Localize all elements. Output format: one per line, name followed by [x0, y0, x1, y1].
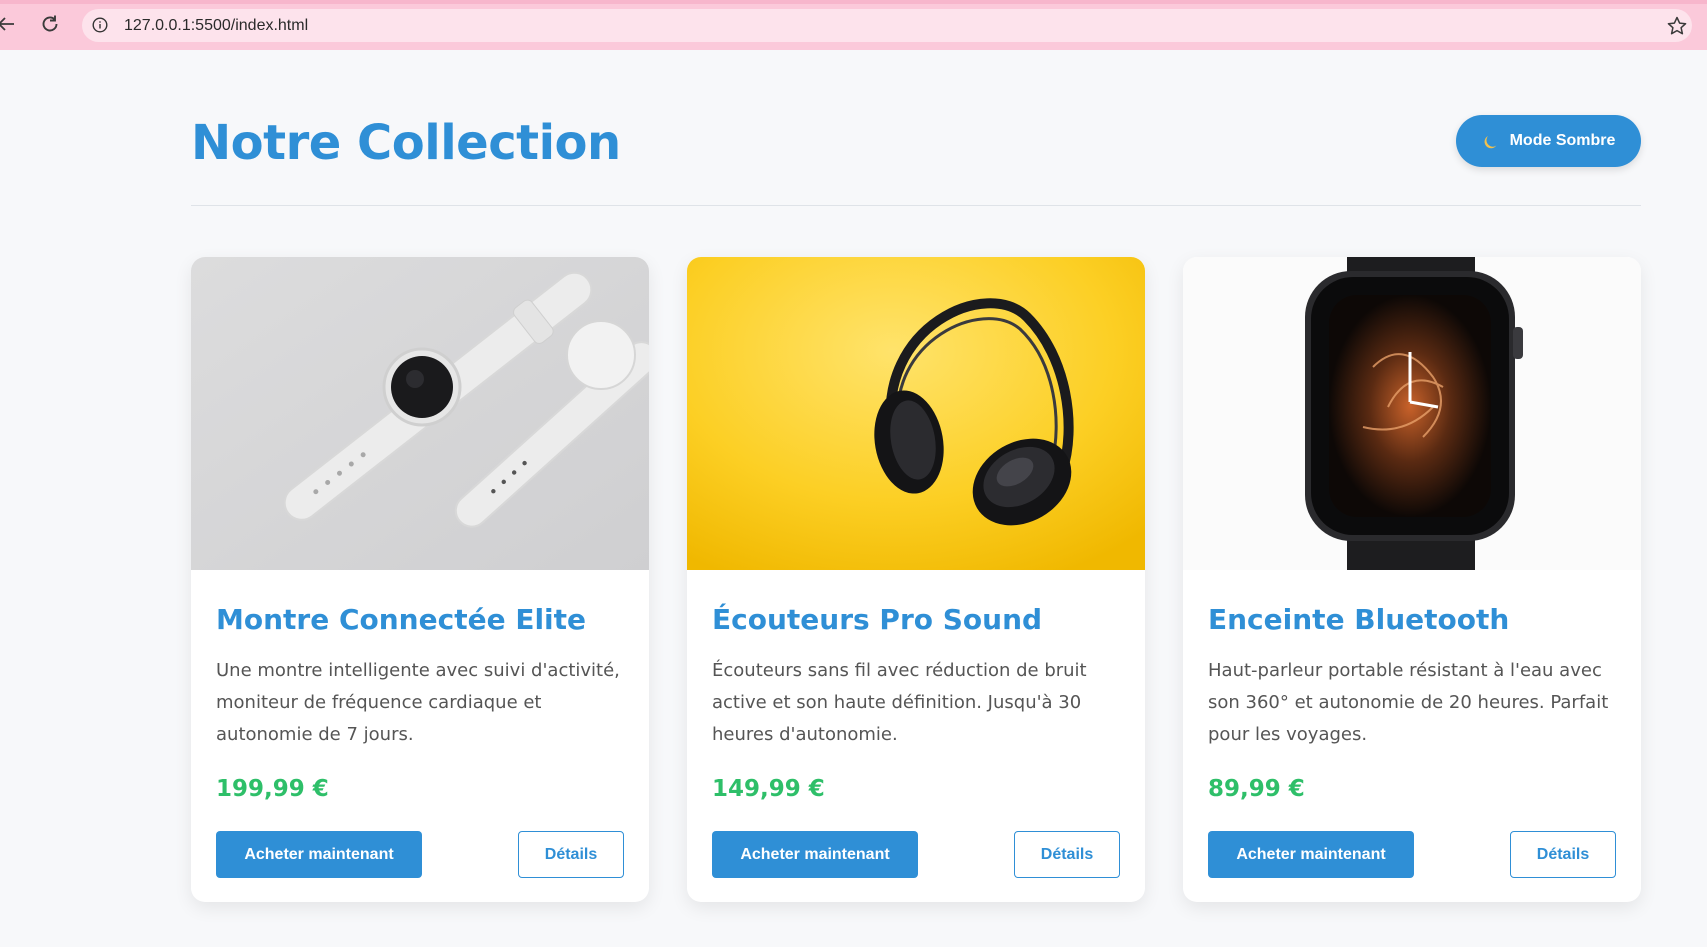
- page-title: Notre Collection: [191, 115, 621, 171]
- product-description: Écouteurs sans fil avec réduction de bru…: [712, 660, 1087, 745]
- address-bar[interactable]: 127.0.0.1:5500/index.html: [82, 9, 1692, 42]
- browser-toolbar: 127.0.0.1:5500/index.html: [0, 0, 1707, 50]
- dark-mode-label: Mode Sombre: [1509, 132, 1616, 149]
- product-card: Écouteurs Pro Sound Écouteurs sans fil a…: [687, 257, 1145, 902]
- moon-icon: [1482, 132, 1500, 150]
- product-price: 199,99 €: [216, 776, 329, 802]
- buy-now-button[interactable]: Acheter maintenant: [1208, 831, 1414, 878]
- product-price: 149,99 €: [712, 776, 825, 802]
- product-price: 89,99 €: [1208, 776, 1305, 802]
- buy-now-button[interactable]: Acheter maintenant: [712, 831, 918, 878]
- back-arrow-icon[interactable]: [0, 12, 18, 36]
- product-description: Une montre intelligente avec suivi d'act…: [216, 660, 620, 745]
- details-button[interactable]: Détails: [1014, 831, 1120, 878]
- product-name: Montre Connectée Elite: [216, 603, 587, 636]
- url-text: 127.0.0.1:5500/index.html: [124, 17, 309, 34]
- site-info-icon[interactable]: [92, 17, 108, 33]
- header-divider: [191, 205, 1641, 206]
- product-name: Enceinte Bluetooth: [1208, 603, 1510, 636]
- product-description: Haut-parleur portable résistant à l'eau …: [1208, 660, 1609, 745]
- bookmark-star-icon[interactable]: [1666, 15, 1688, 37]
- reload-icon[interactable]: [38, 12, 62, 36]
- white-smartwatch-image: [191, 257, 649, 570]
- headphones-image: [687, 257, 1145, 570]
- product-card: Montre Connectée Elite Une montre intell…: [191, 257, 649, 902]
- details-button[interactable]: Détails: [1510, 831, 1616, 878]
- product-name: Écouteurs Pro Sound: [712, 603, 1043, 636]
- buy-now-button[interactable]: Acheter maintenant: [216, 831, 422, 878]
- product-card: Enceinte Bluetooth Haut-parleur portable…: [1183, 257, 1641, 902]
- dark-mode-toggle-button[interactable]: Mode Sombre: [1456, 115, 1641, 167]
- tab-strip-edge: [0, 0, 1707, 4]
- black-smartwatch-image: [1183, 257, 1641, 570]
- details-button[interactable]: Détails: [518, 831, 624, 878]
